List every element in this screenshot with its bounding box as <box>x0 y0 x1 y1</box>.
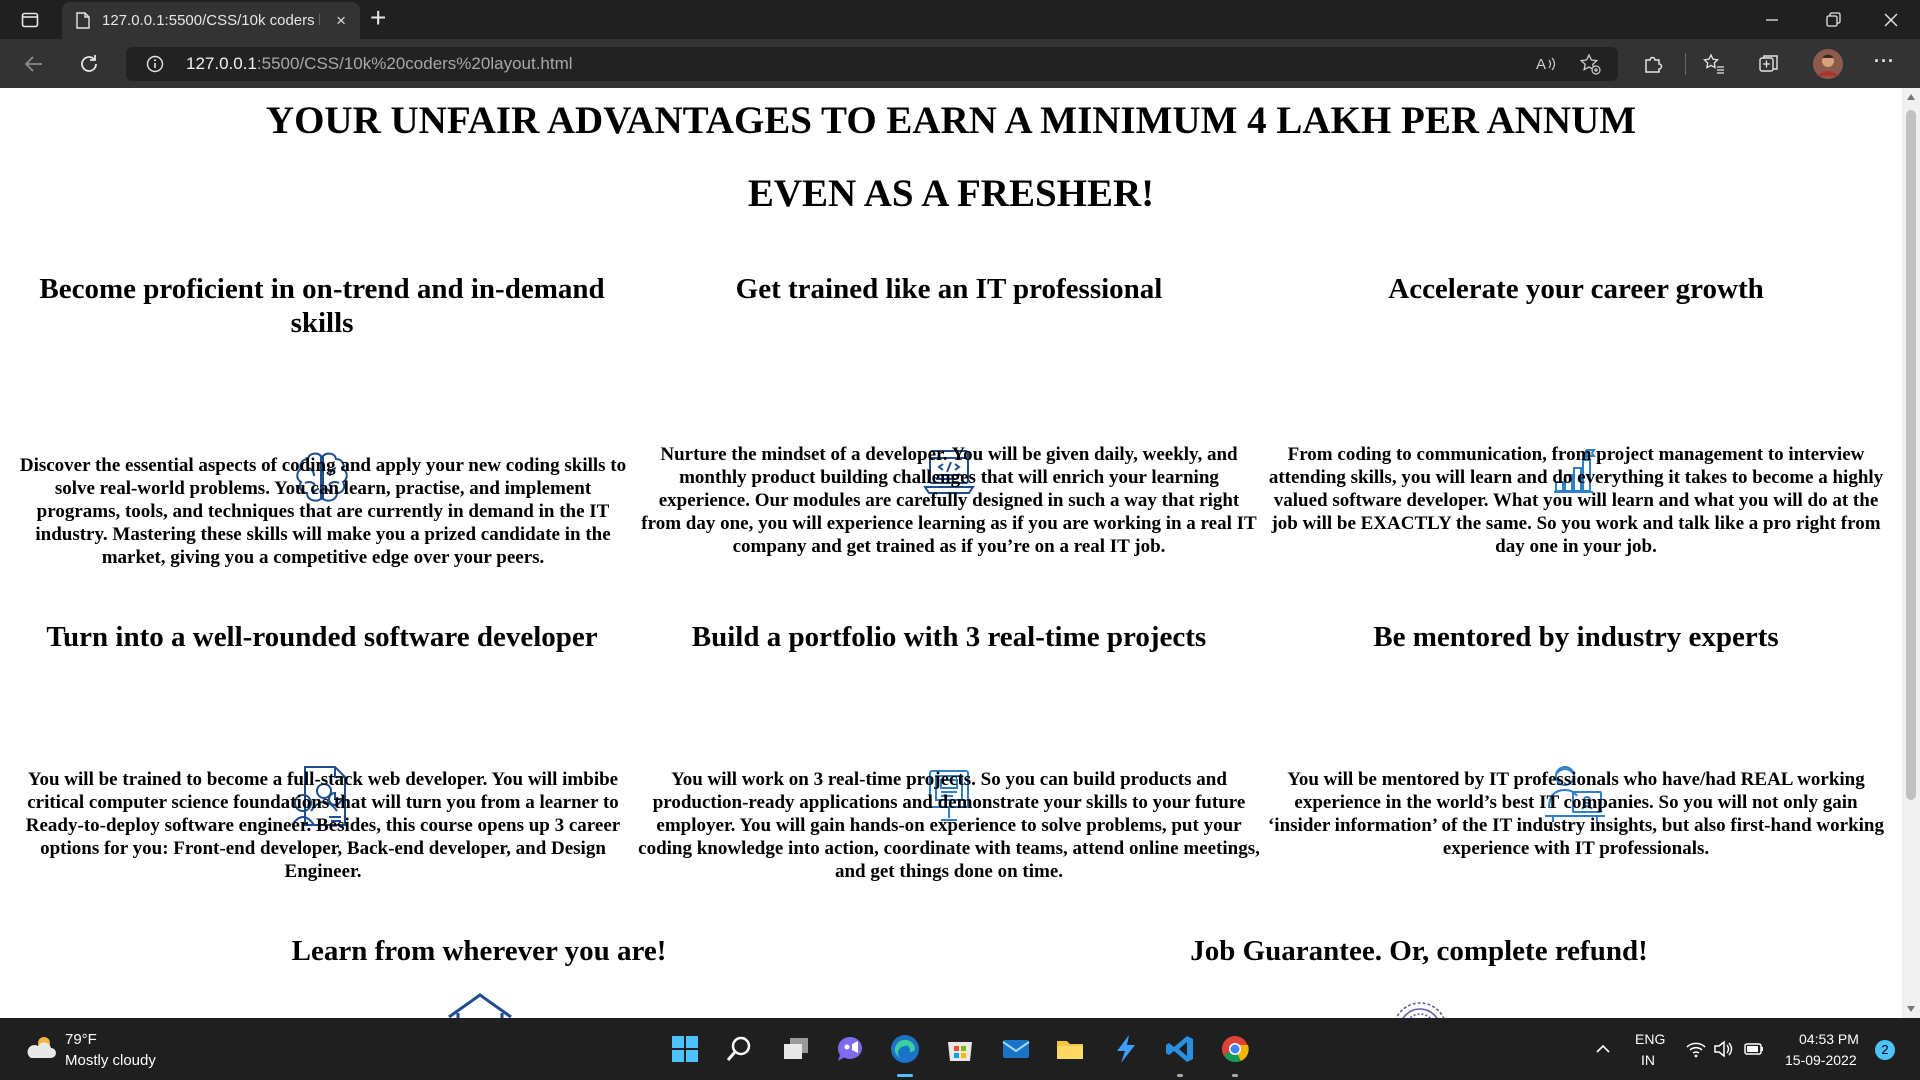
language-indicator-line2[interactable]: IN <box>1641 1052 1655 1068</box>
page-scrollbar[interactable] <box>1902 88 1920 1018</box>
feature-title: Turn into a well-rounded software develo… <box>46 621 598 653</box>
power-automate-icon[interactable] <box>1109 1033 1141 1065</box>
minimize-button[interactable] <box>1761 9 1783 31</box>
volume-icon[interactable] <box>1713 1040 1733 1058</box>
language-indicator-line1[interactable]: ENG <box>1635 1031 1665 1047</box>
active-app-indicator <box>897 1074 913 1077</box>
new-tab-button[interactable]: + <box>370 3 386 33</box>
show-hidden-icons-chevron-icon[interactable] <box>1595 1043 1611 1055</box>
feature-title: Become proficient in on-trend and in-dem… <box>39 273 605 339</box>
battery-icon[interactable] <box>1743 1040 1765 1058</box>
tab-close-button[interactable]: × <box>336 12 346 29</box>
clock-time[interactable]: 04:53 PM <box>1799 1031 1859 1047</box>
chrome-icon[interactable] <box>1219 1033 1251 1065</box>
weather-temp: 79°F <box>65 1031 97 1048</box>
favorites-icon[interactable] <box>1702 52 1726 76</box>
feature-title: Get trained like an IT professional <box>735 273 1163 305</box>
collections-icon[interactable] <box>1757 52 1781 76</box>
close-window-button[interactable] <box>1880 9 1902 31</box>
url-text: 127.0.0.1:5500/CSS/10k%20coders%20layout… <box>186 54 573 74</box>
edge-browser-icon[interactable] <box>889 1033 921 1065</box>
feature-title: Be mentored by industry experts <box>1373 621 1779 653</box>
notification-count: 2 <box>1881 1042 1889 1057</box>
guarantee-seal-icon <box>1395 1002 1445 1018</box>
feature-title: Accelerate your career growth <box>1388 273 1764 305</box>
site-info-icon[interactable] <box>146 55 164 73</box>
task-view-icon[interactable] <box>780 1033 812 1065</box>
feature-description: You will be trained to become a full-sta… <box>25 769 621 882</box>
feature-description: You will work on 3 real-time projects. S… <box>638 769 1260 882</box>
mail-icon[interactable] <box>1000 1033 1032 1065</box>
scroll-thumb[interactable] <box>1906 110 1916 800</box>
restore-button[interactable] <box>1822 9 1844 31</box>
page-title-line1: YOUR UNFAIR ADVANTAGES TO EARN A MINIMUM… <box>265 99 1637 142</box>
address-bar: 127.0.0.1:5500/CSS/10k%20coders%20layout… <box>0 39 1920 88</box>
microsoft-store-icon[interactable] <box>944 1033 976 1065</box>
tab-actions-icon[interactable] <box>21 11 39 29</box>
feature-title: Learn from wherever you are! <box>291 935 667 967</box>
search-icon[interactable] <box>724 1033 756 1065</box>
scroll-down-icon[interactable] <box>1907 1006 1915 1012</box>
refresh-icon[interactable] <box>77 52 101 76</box>
svg-text:A: A <box>1536 56 1546 73</box>
wifi-icon[interactable] <box>1686 1040 1706 1058</box>
windows-taskbar: 79°F Mostly cloudy ENG IN 04:53 PM 15-09… <box>0 1018 1920 1080</box>
url-path: :5500/CSS/10k%20coders%20layout.html <box>256 54 573 73</box>
feature-description: You will be mentored by IT professionals… <box>1267 769 1884 859</box>
feature-description: Discover the essential aspects of coding… <box>19 455 627 568</box>
toolbar-divider <box>1685 53 1686 75</box>
browser-tab[interactable]: 127.0.0.1:5500/CSS/10k coders la × <box>62 2 360 39</box>
feature-description: From coding to communication, from proje… <box>1268 444 1884 557</box>
chat-icon[interactable] <box>834 1033 866 1065</box>
weather-cloud-icon[interactable] <box>25 1034 57 1060</box>
feature-title: Job Guarantee. Or, complete refund! <box>1190 935 1648 967</box>
page-icon <box>76 12 90 29</box>
running-app-indicator <box>1232 1074 1238 1077</box>
tab-bar: 127.0.0.1:5500/CSS/10k coders la × + <box>0 0 1920 39</box>
settings-more-button[interactable]: ··· <box>1874 51 1895 72</box>
back-icon[interactable] <box>22 52 46 76</box>
extensions-icon[interactable] <box>1641 52 1665 76</box>
running-app-indicator <box>1177 1074 1183 1077</box>
notification-badge[interactable]: 2 <box>1875 1040 1895 1060</box>
scroll-up-icon[interactable] <box>1907 94 1915 100</box>
web-page: YOUR UNFAIR ADVANTAGES TO EARN A MINIMUM… <box>0 88 1902 1018</box>
weather-description: Mostly cloudy <box>65 1052 156 1069</box>
favorite-add-icon[interactable] <box>1578 52 1602 76</box>
read-aloud-icon[interactable]: A <box>1534 52 1558 76</box>
clock-date[interactable]: 15-09-2022 <box>1785 1052 1857 1068</box>
page-title-line2: EVEN AS A FRESHER! <box>747 172 1155 215</box>
feature-description: Nurture the mindset of a developer. You … <box>641 444 1257 557</box>
vscode-icon[interactable] <box>1164 1033 1196 1065</box>
tab-title: 127.0.0.1:5500/CSS/10k coders la <box>102 12 320 29</box>
feature-title: Build a portfolio with 3 real-time proje… <box>691 621 1207 653</box>
home-icon <box>448 993 512 1018</box>
file-explorer-icon[interactable] <box>1054 1033 1086 1065</box>
profile-avatar[interactable] <box>1813 49 1843 79</box>
url-host: 127.0.0.1 <box>186 54 257 73</box>
windows-start-icon[interactable] <box>669 1033 701 1065</box>
url-field[interactable]: 127.0.0.1:5500/CSS/10k%20coders%20layout… <box>126 47 1618 81</box>
